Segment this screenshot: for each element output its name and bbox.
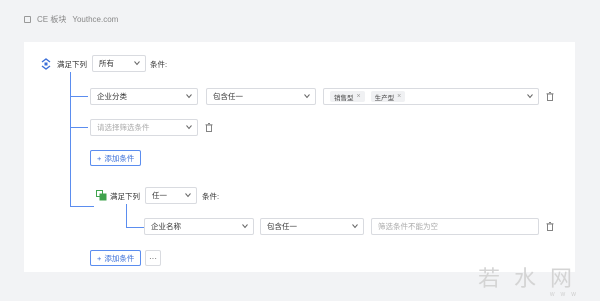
chevron-down-icon <box>186 94 192 99</box>
logic-toggle-icon[interactable] <box>40 58 52 70</box>
more-options-button[interactable]: ··· <box>145 250 161 266</box>
watermark-sub: WWW <box>549 292 582 298</box>
plus-icon: + <box>97 253 102 263</box>
delete-row-icon[interactable] <box>546 92 554 101</box>
chevron-down-icon <box>352 224 358 229</box>
brand-logo-icon <box>24 16 31 23</box>
row1-value-multiselect[interactable]: 销售型 × 生产型 × <box>323 88 539 105</box>
chevron-down-icon <box>527 94 533 99</box>
row1-operator-select[interactable]: 包含任一 <box>206 88 316 105</box>
tree-connector-group <box>70 206 94 207</box>
tree-connector-row2 <box>70 127 88 128</box>
tree-connector-row1 <box>70 96 88 97</box>
root-condition-label: 满足下列 <box>57 60 87 69</box>
chevron-down-icon <box>134 61 140 66</box>
brand-name: CE 板块 <box>37 15 67 24</box>
root-mode-select[interactable]: 所有 <box>92 55 146 72</box>
group-icon[interactable] <box>96 190 107 201</box>
delete-row-icon[interactable] <box>546 222 554 231</box>
chevron-down-icon <box>242 224 248 229</box>
remove-tag-icon[interactable]: × <box>397 93 401 100</box>
watermark: 若水网 <box>477 267 586 292</box>
chevron-down-icon <box>186 125 192 130</box>
group-condition-label: 满足下列 <box>110 192 140 201</box>
page-header: CE 板块 Youthce.com <box>24 14 118 25</box>
chevron-down-icon <box>185 193 191 198</box>
add-root-condition-button[interactable]: + 添加条件 <box>90 250 142 266</box>
value-tag: 销售型 × <box>330 91 365 102</box>
group-row-value-input[interactable]: 筛选条件不能为空 <box>371 218 539 235</box>
root-condition-suffix: 条件: <box>150 60 168 69</box>
row2-field-select[interactable]: 请选择筛选条件 <box>90 119 198 136</box>
plus-icon: + <box>97 153 102 163</box>
add-condition-button[interactable]: + 添加条件 <box>90 150 142 166</box>
group-row-operator-select[interactable]: 包含任一 <box>260 218 364 235</box>
group-mode-select[interactable]: 任一 <box>145 187 197 204</box>
condition-builder-card: 满足下列 所有 条件: 企业分类 包含任一 销售型 × 生产型 × 请选择筛选条… <box>24 42 575 272</box>
tree-connector-group-inner <box>126 204 127 228</box>
delete-row-icon[interactable] <box>205 123 213 132</box>
site-name: Youthce.com <box>72 15 119 24</box>
chevron-down-icon <box>304 94 310 99</box>
group-condition-suffix: 条件: <box>202 192 220 201</box>
remove-tag-icon[interactable]: × <box>357 93 361 100</box>
tree-connector-main <box>70 72 71 206</box>
row1-field-select[interactable]: 企业分类 <box>90 88 198 105</box>
group-row-field-select[interactable]: 企业名称 <box>144 218 254 235</box>
tree-connector-group-row <box>126 227 144 228</box>
value-tag: 生产型 × <box>370 91 406 102</box>
